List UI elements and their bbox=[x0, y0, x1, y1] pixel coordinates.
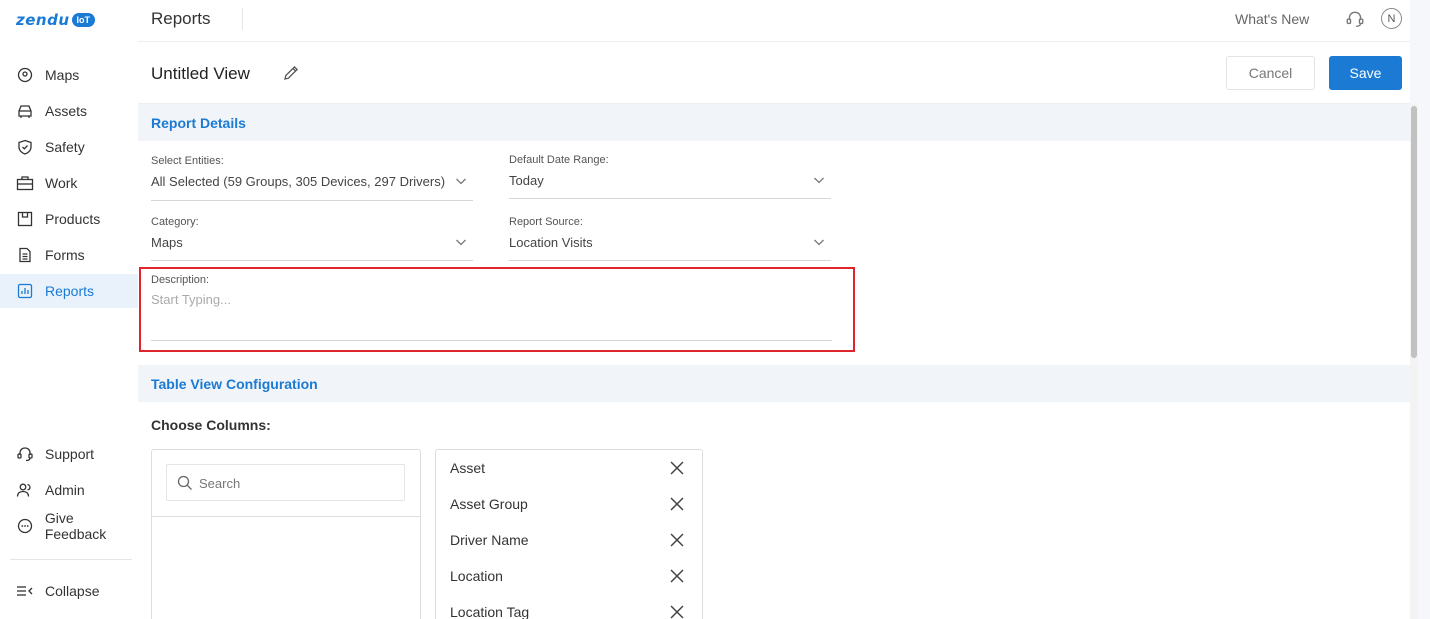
field-value: Location Visits bbox=[509, 235, 593, 250]
field-label: Category: bbox=[151, 216, 199, 228]
select-entities-dropdown[interactable]: Select Entities: All Selected (59 Groups… bbox=[151, 155, 473, 201]
sidebar-item-give-feedback[interactable]: Give Feedback bbox=[0, 509, 138, 543]
zendu-logo[interactable]: zendu IoT bbox=[16, 10, 95, 30]
headset-icon bbox=[16, 445, 34, 463]
collapse-button[interactable]: Collapse bbox=[0, 574, 138, 608]
selected-column-item[interactable]: Driver Name bbox=[436, 522, 702, 558]
section-table-view-configuration: Table View Configuration bbox=[138, 365, 1410, 402]
divider bbox=[152, 516, 420, 517]
search-input[interactable] bbox=[199, 473, 399, 493]
close-icon[interactable] bbox=[669, 568, 685, 584]
sidebar-item-label: Assets bbox=[45, 103, 88, 119]
document-icon bbox=[16, 246, 34, 264]
bar-chart-icon bbox=[16, 282, 34, 300]
search-icon bbox=[177, 475, 192, 490]
sidebar-item-support[interactable]: Support bbox=[0, 437, 138, 471]
logo-badge: IoT bbox=[71, 13, 95, 27]
selected-column-item[interactable]: Location bbox=[436, 558, 702, 594]
sidebar-item-label: Reports bbox=[45, 283, 95, 299]
headset-icon[interactable] bbox=[1345, 9, 1365, 29]
sidebar-item-label: Forms bbox=[45, 247, 85, 263]
choose-columns-label: Choose Columns: bbox=[151, 417, 271, 433]
close-icon[interactable] bbox=[669, 460, 685, 476]
close-icon[interactable] bbox=[669, 604, 685, 619]
column-label: Asset Group bbox=[450, 496, 528, 512]
collapse-icon bbox=[16, 582, 34, 600]
field-value: Maps bbox=[151, 235, 183, 250]
chat-icon bbox=[16, 517, 34, 535]
divider bbox=[10, 559, 132, 560]
scrollbar[interactable] bbox=[1410, 104, 1418, 619]
chevron-down-icon bbox=[814, 239, 824, 246]
sidebar-item-label: Products bbox=[45, 211, 101, 227]
category-dropdown[interactable]: Category: Maps bbox=[151, 216, 473, 261]
close-icon[interactable] bbox=[669, 532, 685, 548]
sidebar-item-label: Safety bbox=[45, 139, 85, 155]
field-value: Today bbox=[509, 173, 544, 188]
whats-new-link[interactable]: What's New bbox=[1235, 11, 1309, 27]
sidebar-item-work[interactable]: Work bbox=[0, 166, 138, 200]
avatar[interactable]: N bbox=[1381, 8, 1402, 29]
collapse-label: Collapse bbox=[45, 583, 100, 599]
users-icon bbox=[16, 481, 34, 499]
chevron-down-icon bbox=[814, 177, 824, 184]
column-label: Asset bbox=[450, 460, 486, 476]
sidebar-item-reports[interactable]: Reports bbox=[0, 274, 138, 308]
selected-column-item[interactable]: Asset Group bbox=[436, 486, 702, 522]
field-value: All Selected (59 Groups, 305 Devices, 29… bbox=[151, 174, 446, 189]
sidebar-item-admin[interactable]: Admin bbox=[0, 473, 138, 507]
sidebar-item-safety[interactable]: Safety bbox=[0, 130, 138, 164]
briefcase-icon bbox=[16, 174, 34, 192]
available-columns-panel bbox=[151, 449, 421, 619]
column-label: Location Tag bbox=[450, 604, 530, 619]
field-label: Select Entities: bbox=[151, 155, 224, 167]
sidebar-item-forms[interactable]: Forms bbox=[0, 238, 138, 272]
view-title: Untitled View bbox=[151, 64, 250, 83]
close-icon[interactable] bbox=[669, 496, 685, 512]
chevron-down-icon bbox=[456, 178, 466, 185]
column-label: Driver Name bbox=[450, 532, 529, 548]
package-icon bbox=[16, 210, 34, 228]
sidebar-item-products[interactable]: Products bbox=[0, 202, 138, 236]
selected-column-item[interactable]: Asset bbox=[436, 450, 702, 486]
save-button[interactable]: Save bbox=[1329, 56, 1402, 90]
chevron-down-icon bbox=[456, 239, 466, 246]
shield-icon bbox=[16, 138, 34, 156]
report-source-dropdown[interactable]: Report Source: Location Visits bbox=[509, 216, 831, 261]
divider bbox=[242, 8, 243, 30]
page-title: Reports bbox=[151, 9, 211, 28]
sidebar-item-maps[interactable]: Maps bbox=[0, 58, 138, 92]
field-label: Report Source: bbox=[509, 216, 583, 228]
pencil-icon[interactable] bbox=[282, 64, 300, 82]
search-box[interactable] bbox=[166, 464, 405, 501]
sidebar-item-label: Support bbox=[45, 446, 95, 462]
main-content: Report Details Select Entities: All Sele… bbox=[138, 104, 1410, 619]
sidebar-item-label: Admin bbox=[45, 482, 85, 498]
car-icon bbox=[16, 102, 34, 120]
scrollbar-thumb[interactable] bbox=[1411, 106, 1417, 358]
selected-columns-panel: Asset Asset Group Driver Name Location L… bbox=[435, 449, 703, 619]
section-report-details: Report Details bbox=[138, 104, 1410, 141]
cancel-button[interactable]: Cancel bbox=[1226, 56, 1315, 90]
default-date-range-dropdown[interactable]: Default Date Range: Today bbox=[509, 154, 831, 199]
sidebar-item-assets[interactable]: Assets bbox=[0, 94, 138, 128]
column-label: Location bbox=[450, 568, 503, 584]
map-pin-icon bbox=[16, 66, 34, 84]
sidebar-item-label: Maps bbox=[45, 67, 80, 83]
field-label: Default Date Range: bbox=[509, 154, 609, 166]
sidebar: zendu IoT Maps Assets Safety Work Produc… bbox=[0, 0, 138, 619]
logo-text: zendu bbox=[16, 11, 70, 29]
description-placeholder: Start Typing... bbox=[151, 292, 231, 307]
sidebar-item-label: Give Feedback bbox=[44, 510, 107, 542]
selected-column-item[interactable]: Location Tag bbox=[436, 594, 702, 619]
description-field[interactable]: Description: Start Typing... bbox=[151, 274, 832, 341]
top-bar: Reports What's New N bbox=[138, 0, 1410, 42]
view-header: Untitled View Cancel Save bbox=[138, 42, 1410, 104]
field-label: Description: bbox=[151, 274, 210, 286]
sidebar-item-label: Work bbox=[45, 175, 78, 191]
